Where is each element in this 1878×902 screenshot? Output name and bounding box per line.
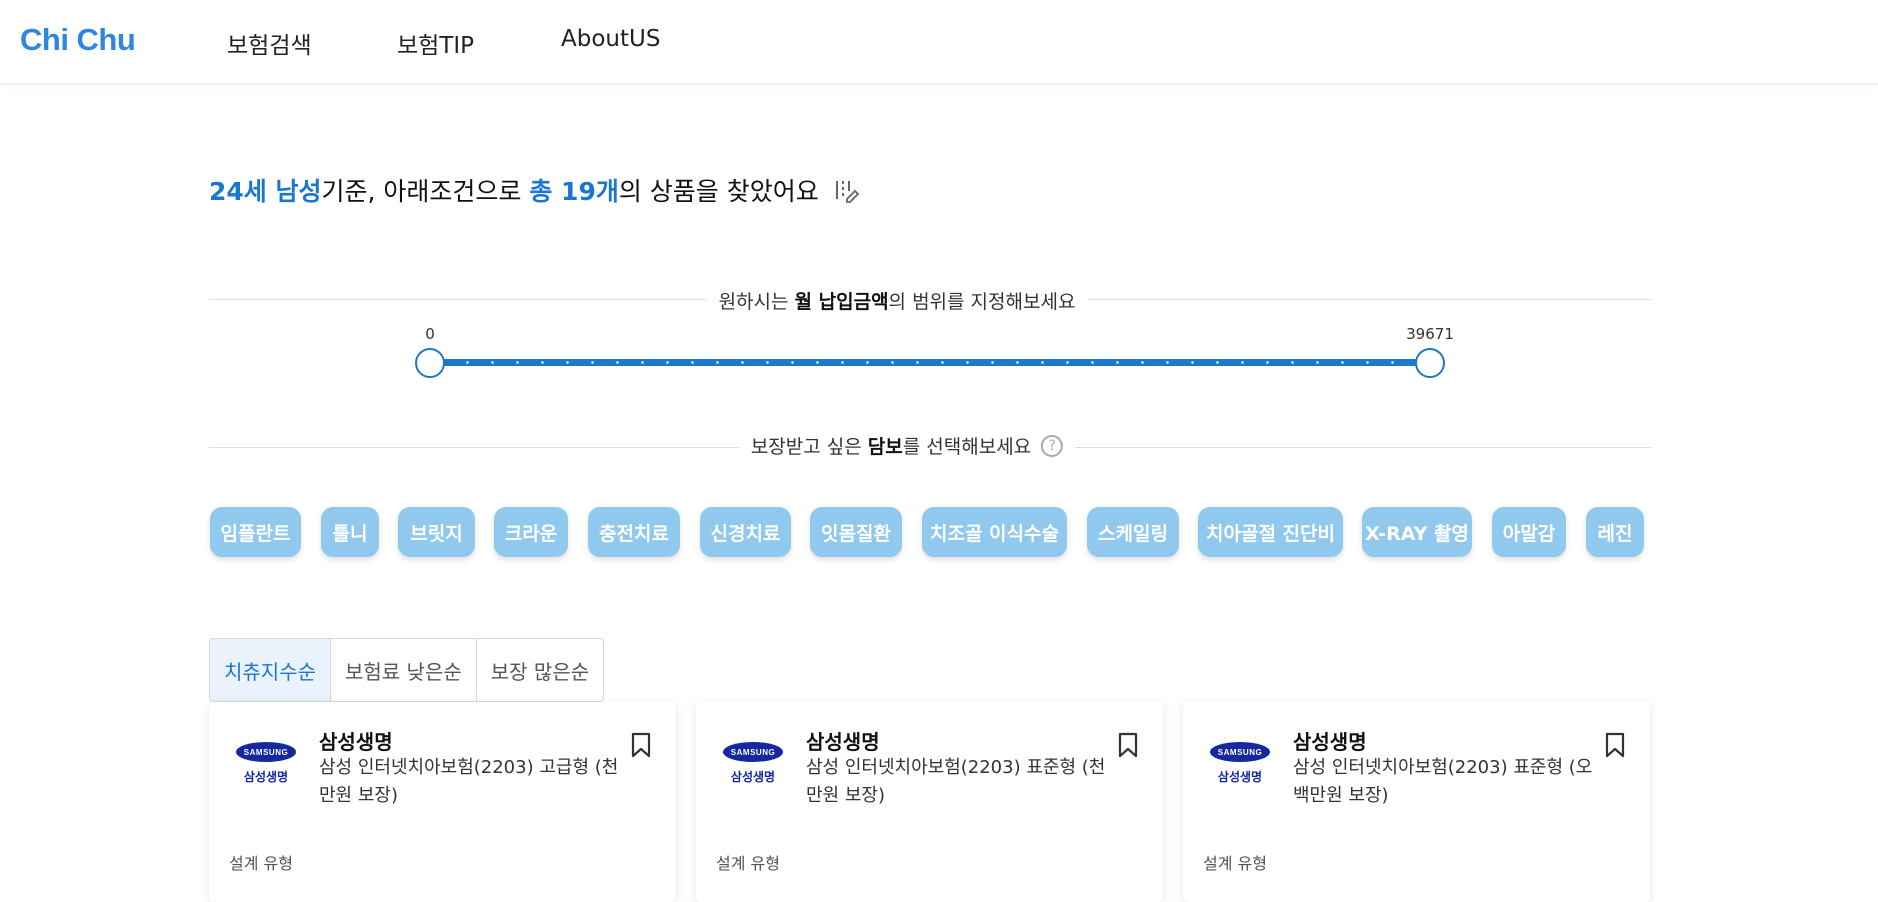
nav-about-us[interactable]: AboutUS bbox=[561, 26, 660, 52]
samsung-life-logo: SAMSUNG 삼성생명 bbox=[1209, 742, 1271, 790]
chip-root-canal[interactable]: 신경치료 bbox=[700, 507, 791, 557]
results-headline: 24세 남성 기준, 아래조건으로 총 19개 의 상품을 찾았어요 bbox=[209, 172, 860, 208]
product-name: 삼성 인터넷치아보험(2203) 고급형 (천만원 보장) bbox=[319, 757, 619, 806]
samsung-life-logo: SAMSUNG 삼성생명 bbox=[235, 742, 297, 790]
slider-min-value: 0 bbox=[425, 325, 435, 343]
chip-filling[interactable]: 충전치료 bbox=[588, 507, 680, 557]
age-gender-highlight: 24세 남성 bbox=[209, 177, 322, 206]
sort-by-most-coverage[interactable]: 보장 많은순 bbox=[477, 639, 603, 701]
price-slider-steps bbox=[430, 361, 1430, 364]
chip-tooth-fracture[interactable]: 치아골절 진단비 bbox=[1198, 507, 1343, 557]
product-card[interactable]: SAMSUNG 삼성생명 삼성생명 삼성 인터넷치아보험(2203) 표준형 (… bbox=[1183, 702, 1650, 902]
chip-xray[interactable]: X-RAY 촬영 bbox=[1362, 507, 1472, 557]
bookmark-icon[interactable] bbox=[1117, 732, 1139, 758]
edit-conditions-icon[interactable] bbox=[833, 177, 860, 203]
chip-gum-disease[interactable]: 잇몸질환 bbox=[810, 507, 902, 557]
product-card[interactable]: SAMSUNG 삼성생명 삼성생명 삼성 인터넷치아보험(2203) 고급형 (… bbox=[209, 702, 676, 902]
product-name: 삼성 인터넷치아보험(2203) 표준형 (천만원 보장) bbox=[806, 757, 1106, 806]
design-type-label: 설계 유형 bbox=[716, 854, 780, 873]
product-card[interactable]: SAMSUNG 삼성생명 삼성생명 삼성 인터넷치아보험(2203) 표준형 (… bbox=[696, 702, 1163, 902]
samsung-life-logo: SAMSUNG 삼성생명 bbox=[722, 742, 784, 790]
sort-tab-group: 치츄지수순 보험료 낮은순 보장 많은순 bbox=[209, 638, 605, 702]
company-name: 삼성생명 bbox=[806, 730, 880, 754]
help-icon[interactable]: ? bbox=[1041, 434, 1064, 457]
bookmark-icon[interactable] bbox=[1604, 732, 1626, 758]
sort-by-lowest-premium[interactable]: 보험료 낮은순 bbox=[331, 639, 477, 701]
chip-bridge[interactable]: 브릿지 bbox=[398, 507, 475, 557]
company-name: 삼성생명 bbox=[1293, 730, 1367, 754]
top-navigation-bar: Chi Chu 보험검색 보험TIP AboutUS bbox=[0, 0, 1878, 84]
chip-crown[interactable]: 크라운 bbox=[494, 507, 568, 557]
chip-resin[interactable]: 레진 bbox=[1586, 507, 1644, 557]
headline-text-1: 기준, 아래조건으로 bbox=[321, 177, 530, 206]
design-type-label: 설계 유형 bbox=[229, 854, 293, 873]
chip-amalgam[interactable]: 아말감 bbox=[1492, 507, 1566, 557]
headline-text-2: 의 상품을 찾았어요 bbox=[618, 177, 819, 206]
chip-scaling[interactable]: 스케일링 bbox=[1087, 507, 1179, 557]
sort-by-chichu-index[interactable]: 치츄지수순 bbox=[210, 639, 331, 701]
chichu-logo[interactable]: Chi Chu bbox=[20, 22, 136, 58]
price-slider-min-handle[interactable] bbox=[415, 348, 445, 378]
nav-insurance-tip[interactable]: 보험TIP bbox=[397, 26, 474, 60]
coverage-label: 보장받고 싶은 담보 를 선택해보세요 ? bbox=[738, 432, 1076, 459]
chip-implant[interactable]: 임플란트 bbox=[210, 507, 301, 557]
company-name: 삼성생명 bbox=[319, 730, 393, 754]
design-type-label: 설계 유형 bbox=[1203, 854, 1267, 873]
product-name: 삼성 인터넷치아보험(2203) 표준형 (오백만원 보장) bbox=[1293, 757, 1593, 806]
chip-bone-graft[interactable]: 치조골 이식수술 bbox=[922, 507, 1067, 557]
price-slider-max-handle[interactable] bbox=[1415, 348, 1445, 378]
slider-max-value: 39671 bbox=[1406, 325, 1454, 343]
total-count-highlight: 총 19개 bbox=[529, 177, 619, 206]
bookmark-icon[interactable] bbox=[630, 732, 652, 758]
nav-insurance-search[interactable]: 보험검색 bbox=[227, 26, 312, 60]
chip-denture[interactable]: 틀니 bbox=[321, 507, 379, 557]
price-range-label: 원하시는 월 납입금액 의 범위를 지정해보세요 bbox=[706, 287, 1088, 314]
